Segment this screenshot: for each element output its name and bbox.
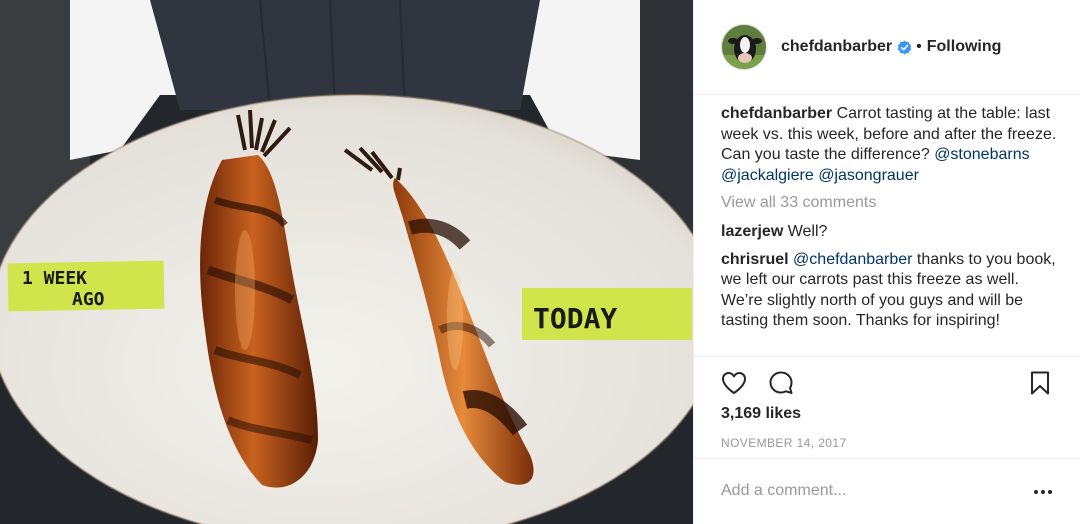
svg-text:1 WEEK: 1 WEEK — [22, 268, 87, 289]
label-today: TODAY — [522, 288, 692, 340]
more-options-icon[interactable] — [1033, 485, 1053, 499]
post-date[interactable]: NOVEMBER 14, 2017 — [721, 436, 847, 450]
label-one-week-ago: 1 WEEK AGO — [7, 260, 165, 312]
verified-badge-icon — [897, 39, 912, 55]
comments-section: chefdanbarber Carrot tasting at the tabl… — [721, 104, 1061, 356]
comment-item: chrisruel @chefdanbarber thanks to you b… — [721, 250, 1061, 332]
post-photo[interactable]: 1 WEEK AGO TODAY — [0, 0, 693, 524]
view-all-comments-link[interactable]: View all 33 comments — [721, 193, 1061, 214]
svg-text:TODAY: TODAY — [533, 302, 617, 335]
comment-item: lazerjew Well? — [721, 222, 1061, 243]
comment-text: Well? — [783, 222, 828, 240]
mention-link[interactable]: @chefdanbarber — [793, 251, 912, 268]
post-header: chefdanbarber • Following — [694, 0, 1080, 95]
header-username[interactable]: chefdanbarber — [781, 38, 892, 56]
mention-link[interactable]: @stonebarns — [934, 146, 1029, 163]
post-caption: chefdanbarber Carrot tasting at the tabl… — [721, 104, 1061, 186]
comment-username[interactable]: lazerjew — [721, 223, 783, 240]
add-comment-input[interactable] — [721, 479, 1021, 503]
comment-username[interactable]: chrisruel — [721, 251, 789, 268]
mention-link[interactable]: @jackalgiere — [721, 167, 814, 184]
caption-username[interactable]: chefdanbarber — [721, 105, 832, 122]
avatar[interactable] — [721, 24, 767, 70]
header-separator: • — [916, 38, 922, 55]
add-comment-bar — [694, 458, 1080, 524]
following-button[interactable]: Following — [927, 38, 1002, 56]
comment-icon[interactable] — [767, 369, 795, 397]
heart-icon[interactable] — [720, 369, 748, 397]
cow-avatar-icon — [722, 25, 766, 69]
mention-link[interactable]: @jasongrauer — [818, 167, 919, 184]
likes-count[interactable]: 3,169 likes — [721, 405, 801, 423]
svg-text:AGO: AGO — [72, 289, 105, 310]
action-bar — [694, 356, 1080, 408]
post-sidebar: chefdanbarber • Following chefdanbarber … — [693, 0, 1080, 524]
bookmark-icon[interactable] — [1026, 369, 1054, 397]
